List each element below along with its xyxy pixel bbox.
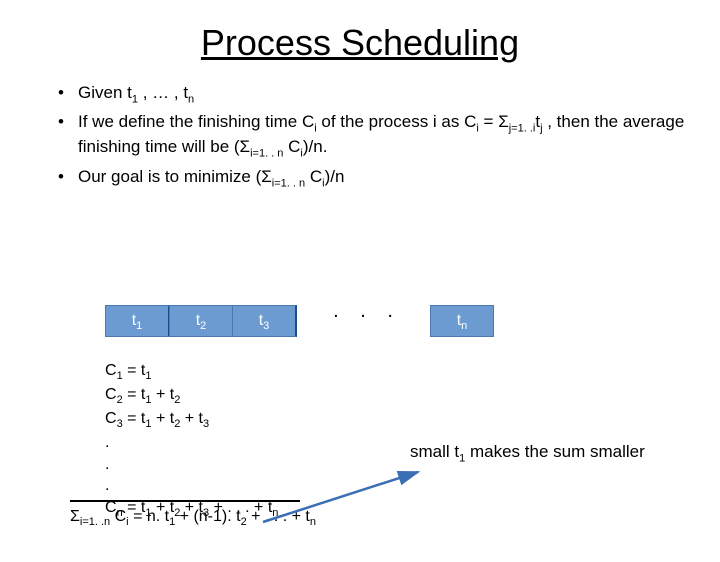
timeline-boxes: t1t2t3 . . . tn <box>105 300 605 337</box>
calc-line-3: C3 = t1 + t2 + t3 <box>105 408 365 432</box>
box-t3: t3 <box>232 305 297 337</box>
box-t2: t2 <box>169 305 233 337</box>
calc-line-1: C1 = t1 <box>105 360 365 384</box>
bullet-list: Given t1 , … , tn If we define the finis… <box>0 82 720 191</box>
bullet-2: If we define the finishing time Ci of th… <box>58 111 690 161</box>
annotation-note: small t1 makes the sum smaller <box>410 442 645 464</box>
box-tn: tn <box>430 305 494 337</box>
calc-line-2: C2 = t1 + t2 <box>105 384 365 408</box>
bullet-3: Our goal is to minimize (Σi=1. . n Ci)/n <box>58 166 690 191</box>
bullet-1: Given t1 , … , tn <box>58 82 690 107</box>
box-t1: t1 <box>105 305 170 337</box>
page-title: Process Scheduling <box>0 22 720 64</box>
calc-dot: . <box>105 432 365 454</box>
arrow-icon <box>258 467 438 527</box>
box-ellipsis: . . . <box>322 300 412 323</box>
